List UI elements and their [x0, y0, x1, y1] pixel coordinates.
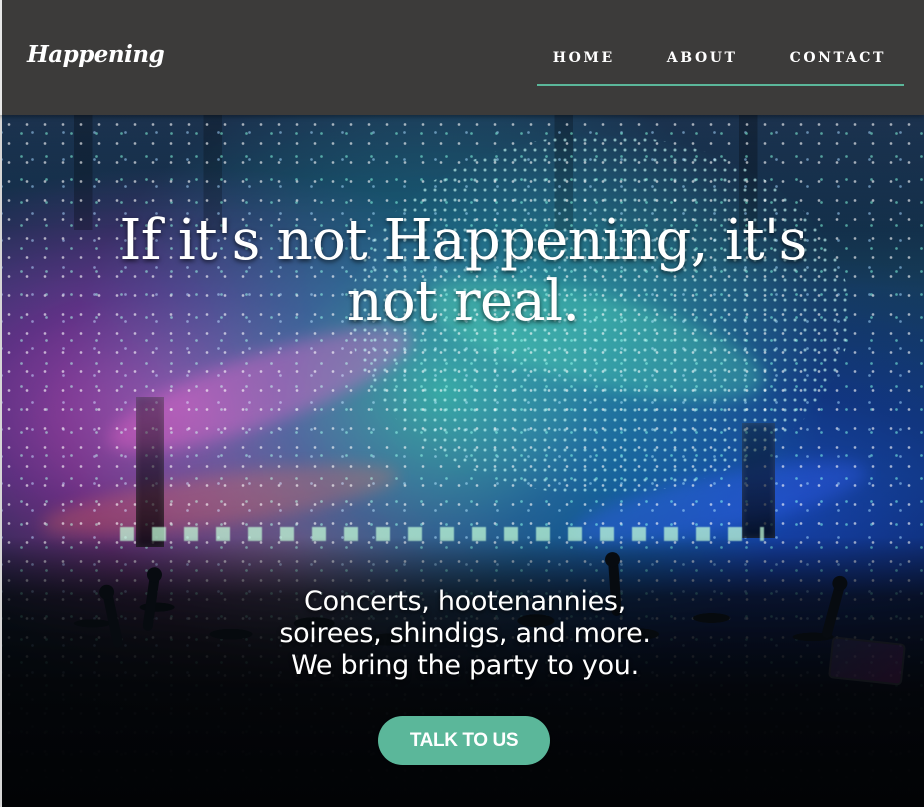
hero-description: Concerts, hootenannies, soirees, shindig…: [170, 586, 760, 682]
hero-description-line: soirees, shindigs, and more.: [279, 618, 651, 649]
phone-screen-silhouette: [828, 636, 906, 686]
nav-about-link[interactable]: ABOUT: [667, 50, 738, 66]
talk-to-us-button[interactable]: TALK TO US: [378, 716, 550, 765]
right-speaker-tower: [742, 423, 775, 538]
hero-headline: If it's not Happening, it's not real.: [119, 208, 807, 334]
hero-description-line: We bring the party to you.: [291, 650, 639, 681]
primary-navigation: HOME ABOUT CONTACT: [536, 50, 904, 86]
left-page-edge: [0, 115, 2, 807]
hero-description-line: Concerts, hootenannies,: [304, 586, 626, 617]
site-logo[interactable]: Happening: [27, 41, 165, 68]
nav-home-link[interactable]: HOME: [553, 50, 615, 66]
left-speaker-tower: [136, 397, 164, 547]
top-navigation-bar: Happening HOME ABOUT CONTACT: [0, 0, 924, 115]
landing-page: Happening HOME ABOUT CONTACT If it's not…: [0, 0, 924, 807]
nav-contact-link[interactable]: CONTACT: [790, 50, 886, 66]
hero-section: If it's not Happening, it's not real. Co…: [0, 115, 924, 807]
active-nav-underline: [536, 84, 904, 86]
